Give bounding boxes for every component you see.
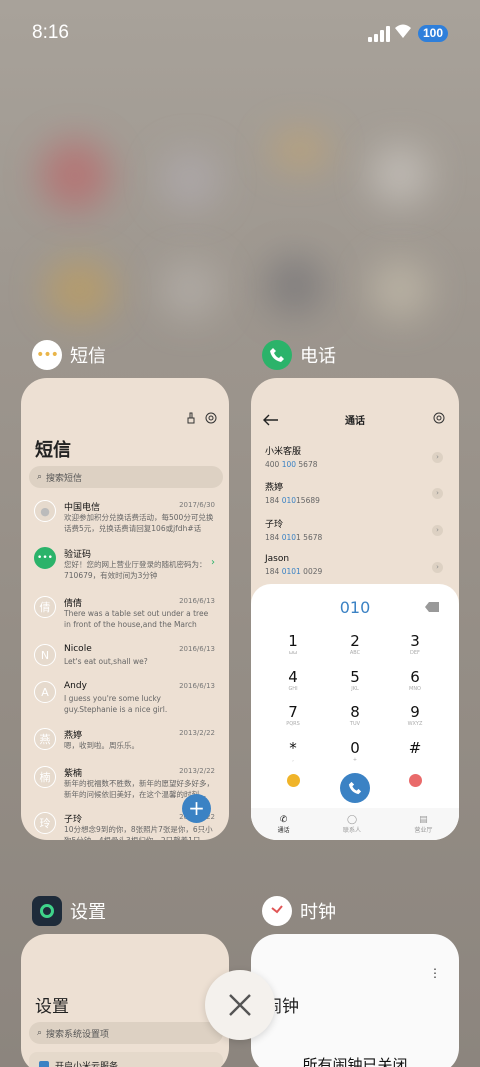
messages-toolbar [185, 412, 217, 424]
clock-app-icon [262, 896, 292, 926]
list-item[interactable]: 倩 倩倩 2016/6/13 There was a table set out… [29, 596, 219, 642]
dial-key[interactable]: 9 WXYZ [385, 703, 445, 727]
store-icon: ▤ [419, 814, 428, 825]
dial-key[interactable]: # [385, 739, 445, 757]
blurred-app-icon [160, 150, 220, 210]
dial-key[interactable]: 1 ωω [263, 632, 323, 656]
phone-app-card[interactable]: 通话 小米客服 400 100 5678 › 燕婷 184 01015689 ›… [251, 378, 459, 840]
backspace-icon[interactable] [425, 602, 439, 612]
chevron-right-icon[interactable]: › [432, 562, 443, 573]
app-name: 设置 [70, 902, 106, 923]
verification-avatar-icon: ••• [34, 547, 56, 569]
tab-calls[interactable]: ✆ 通话 [278, 815, 290, 834]
status-time: 8:16 [32, 22, 69, 43]
search-input[interactable]: ⌕ 搜索系统设置项 [29, 1022, 223, 1044]
list-item[interactable]: A Andy 2016/6/13 I guess you're some luc… [29, 681, 219, 727]
phone-header: 通话 [251, 408, 459, 432]
blurred-app-icon [40, 140, 110, 210]
cloud-icon [39, 1061, 49, 1067]
settings-app-card[interactable]: 设置 ⌕ 搜索系统设置项 开启小米云服务 [21, 934, 229, 1067]
avatar: 倩 [34, 596, 56, 618]
tab-contacts[interactable]: ◯ 联系人 [343, 815, 361, 834]
app-header-messages[interactable]: ••• 短信 [32, 340, 106, 370]
wifi-icon [395, 24, 411, 38]
list-item[interactable]: 开启小米云服务 [29, 1052, 223, 1067]
blurred-app-icon [370, 145, 430, 205]
phone-icon: ✆ [279, 814, 288, 825]
blurred-app-icon [270, 130, 330, 170]
app-name: 短信 [70, 346, 106, 367]
app-header-settings[interactable]: 设置 [32, 896, 106, 926]
settings-app-icon [32, 896, 62, 926]
app-header-phone[interactable]: 电话 [262, 340, 336, 370]
call-button[interactable] [340, 773, 370, 803]
avatar: 玲 [34, 812, 56, 834]
blurred-app-icon [265, 255, 325, 315]
person-icon: ◯ [346, 814, 358, 825]
blurred-app-icon [160, 260, 220, 320]
signal-icon [368, 26, 390, 42]
close-icon [229, 994, 251, 1016]
settings-gear-icon[interactable] [433, 412, 445, 424]
avatar: A [34, 681, 56, 703]
list-item[interactable]: ● 中国电信 2017/6/30 欢迎参加积分兑换话费活动，每500分可兑换话费… [29, 500, 219, 546]
app-header-clock[interactable]: 时钟 [262, 896, 336, 926]
dial-key[interactable]: 6 MNO [385, 668, 445, 692]
dial-key[interactable]: 4 GHI [263, 668, 323, 692]
clock-app-card[interactable]: ⋮ 闹钟 所有闹钟已关闭 [251, 934, 459, 1067]
avatar: N [34, 644, 56, 666]
avatar: 楠 [34, 766, 56, 788]
app-name: 电话 [300, 346, 336, 367]
contact-row[interactable]: 子玲 184 0101 5678 › [265, 517, 445, 551]
clean-icon[interactable] [185, 412, 197, 424]
keypad-toggle-icon[interactable] [409, 774, 422, 787]
chevron-right-icon[interactable]: › [432, 525, 443, 536]
contact-row[interactable]: 小米客服 400 100 5678 › [265, 444, 445, 478]
avatar: ● [34, 500, 56, 522]
settings-gear-icon[interactable] [205, 412, 217, 424]
dial-key[interactable]: *, [263, 739, 323, 763]
menu-icon[interactable] [287, 774, 300, 787]
battery-badge: 100 [418, 25, 448, 42]
dial-key[interactable]: 5 JKL [325, 668, 385, 692]
dial-key[interactable]: 8 TUV [325, 703, 385, 727]
avatar: 燕 [34, 728, 56, 750]
blurred-app-icon [370, 260, 430, 320]
page-title: 短信 [35, 440, 71, 461]
dialpad: 010 1 ωω 2 ABC 3 DEF 4 GHI 5 JKL 6 MNO 7 PQRS 8… [251, 584, 459, 840]
messages-app-icon: ••• [32, 340, 62, 370]
contact-row[interactable]: Jason 184 0101 0029 › [265, 554, 445, 588]
status-bar: 8:16 100 [0, 0, 480, 60]
tab-service-hall[interactable]: ▤ 营业厅 [414, 815, 432, 834]
dial-key[interactable]: 2 ABC [325, 632, 385, 656]
page-title: 设置 [35, 997, 69, 1017]
search-input[interactable]: ⌕ 搜索短信 [29, 466, 223, 488]
messages-app-card[interactable]: 短信 ⌕ 搜索短信 ● 中国电信 2017/6/30 欢迎参加积分兑换话费活动，… [21, 378, 229, 840]
more-options-icon[interactable]: ⋮ [429, 966, 441, 980]
phone-tab-bar: ✆ 通话 ◯ 联系人 ▤ 营业厅 [251, 808, 459, 840]
alarm-status: 所有闹钟已关闭 [302, 1056, 408, 1067]
dial-key[interactable]: 7 PQRS [263, 703, 323, 727]
chevron-right-icon[interactable]: › [432, 488, 443, 499]
phone-icon [348, 781, 362, 795]
search-icon: ⌕ [37, 1028, 43, 1038]
chevron-right-icon: › [211, 557, 215, 568]
chevron-right-icon[interactable]: › [432, 452, 443, 463]
phone-app-icon [262, 340, 292, 370]
dial-key[interactable]: 3 DEF [385, 632, 445, 656]
app-name: 时钟 [300, 902, 336, 923]
dial-key[interactable]: 0 + [325, 739, 385, 763]
compose-button[interactable]: + [182, 794, 211, 823]
blurred-app-icon [45, 260, 115, 320]
clear-all-button[interactable] [205, 970, 275, 1040]
contact-row[interactable]: 燕婷 184 01015689 › [265, 480, 445, 514]
page-title: 通话 [345, 416, 365, 427]
list-item[interactable]: ••• 验证码 您好！您的网上营业厅登录的随机密码为：710679，有效时间为3… [29, 547, 219, 593]
search-icon: ⌕ [37, 472, 43, 482]
